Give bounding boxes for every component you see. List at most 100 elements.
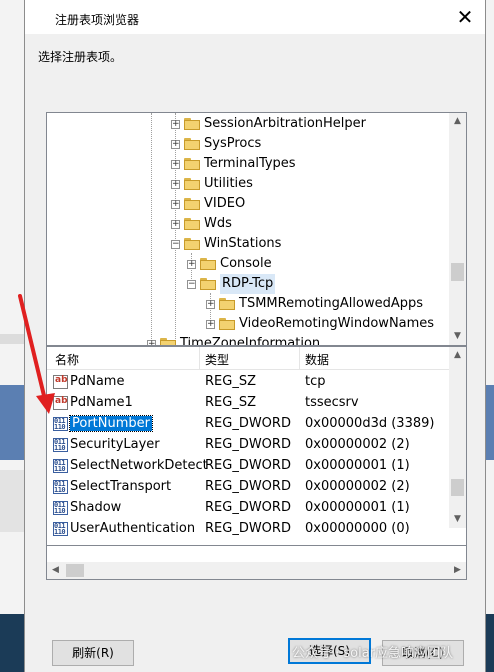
tree-item-label: TerminalTypes	[204, 156, 296, 171]
value-name: PdName1	[70, 395, 133, 410]
tree-item[interactable]: + TerminalTypes	[171, 154, 296, 174]
scroll-up-icon[interactable]: ▲	[449, 113, 466, 130]
tree-item-label: Console	[220, 256, 272, 271]
background-app-right	[486, 0, 494, 672]
value-type: REG_DWORD	[205, 437, 291, 452]
column-header-type[interactable]: 类型	[205, 351, 229, 368]
value-name: PdName	[70, 374, 125, 389]
list-horizontal-scrollbar[interactable]: ◀ ▶	[47, 562, 466, 579]
list-vertical-scrollbar[interactable]: ▲ ▼	[449, 347, 466, 528]
tree-item-label: VIDEO	[204, 196, 246, 211]
value-data: tcp	[305, 374, 326, 389]
expand-icon[interactable]: +	[171, 159, 180, 169]
column-divider[interactable]	[299, 347, 300, 369]
dialog-title: 注册表项浏览器	[55, 13, 140, 27]
scrollbar-thumb[interactable]	[451, 263, 464, 281]
watermark: 公众号 · solar应急响应团队	[292, 646, 454, 661]
list-row[interactable]: Shadow REG_DWORD 0x00000001 (1)	[47, 498, 449, 519]
scroll-right-icon[interactable]: ▶	[449, 562, 466, 579]
list-row[interactable]: SecurityLayer REG_DWORD 0x00000002 (2)	[47, 435, 449, 456]
expand-icon[interactable]: +	[206, 319, 215, 329]
tree-item[interactable]: + SysProcs	[171, 134, 261, 154]
column-header-name[interactable]: 名称	[55, 351, 79, 368]
tree-item[interactable]: + Utilities	[171, 174, 253, 194]
scroll-down-icon[interactable]: ▼	[449, 328, 466, 345]
folder-icon	[200, 258, 216, 270]
column-divider[interactable]	[199, 347, 200, 369]
tree-item-label: Utilities	[204, 176, 253, 191]
folder-icon	[200, 278, 216, 290]
value-data: tssecsrv	[305, 395, 359, 410]
scroll-down-icon[interactable]: ▼	[449, 511, 466, 528]
value-data: 0x00000002 (2)	[305, 437, 410, 452]
refresh-button[interactable]: 刷新(R)	[52, 640, 134, 666]
column-header-data[interactable]: 数据	[305, 351, 329, 368]
tree-item-label: TimeZoneInformation	[180, 336, 321, 346]
tree-item-label: VideoRemotingWindowNames	[239, 316, 435, 331]
expand-icon[interactable]: +	[171, 119, 180, 129]
value-name: UserAuthentication	[70, 521, 196, 536]
tree-connector	[151, 113, 152, 345]
scrollbar-thumb[interactable]	[66, 564, 84, 577]
folder-icon	[219, 318, 235, 330]
expand-icon[interactable]: +	[171, 199, 180, 209]
value-data: 0x00000d3d (3389)	[305, 416, 435, 431]
value-type: REG_DWORD	[205, 458, 291, 473]
tree-item-label: Wds	[204, 216, 232, 231]
tree-item-label: TSMMRemotingAllowedApps	[239, 296, 424, 311]
value-name: SelectTransport	[70, 479, 172, 494]
close-icon[interactable]: ✕	[451, 4, 479, 30]
tree-item[interactable]: + TSMMRemotingAllowedApps	[206, 294, 423, 314]
tree-item[interactable]: + Console	[187, 254, 272, 274]
reg-dword-icon	[53, 522, 68, 536]
scrollbar-thumb[interactable]	[451, 479, 464, 496]
list-row[interactable]: PdName1 REG_SZ tssecsrv	[47, 393, 449, 414]
collapse-icon[interactable]: −	[171, 239, 180, 249]
list-row[interactable]: SelectTransport REG_DWORD 0x00000002 (2)	[47, 477, 449, 498]
value-data: 0x00000001 (1)	[305, 458, 410, 473]
tree-item-selected[interactable]: − RDP-Tcp	[187, 274, 276, 294]
list-header: 名称 类型 数据	[47, 347, 449, 370]
tree-item[interactable]: + VideoRemotingWindowNames	[206, 314, 434, 334]
expand-icon[interactable]: +	[171, 139, 180, 149]
title-bar: 注册表项浏览器 ✕	[25, 0, 485, 34]
tree-item[interactable]: + VIDEO	[171, 194, 245, 214]
expand-icon[interactable]: +	[187, 259, 196, 269]
folder-icon	[184, 218, 200, 230]
tree-item[interactable]: + Wds	[171, 214, 232, 234]
value-type: REG_DWORD	[205, 416, 291, 431]
folder-icon	[184, 178, 200, 190]
value-data: 0x00000001 (1)	[305, 500, 410, 515]
folder-icon	[184, 138, 200, 150]
list-row[interactable]: PdName REG_SZ tcp	[47, 372, 449, 393]
list-row-selected[interactable]: PortNumber REG_DWORD 0x00000d3d (3389)	[47, 414, 449, 435]
expand-icon[interactable]: +	[171, 219, 180, 229]
value-data: 0x00000002 (2)	[305, 479, 410, 494]
expand-icon[interactable]: +	[206, 299, 215, 309]
registry-values-list[interactable]: 名称 类型 数据 PdName REG_SZ tcp PdName1 REG_S…	[46, 346, 467, 546]
list-row[interactable]: UserAuthentication REG_DWORD 0x00000000 …	[47, 519, 449, 540]
folder-icon	[184, 198, 200, 210]
tree-item[interactable]: + SessionArbitrationHelper	[171, 114, 366, 134]
folder-icon	[160, 338, 176, 345]
collapse-icon[interactable]: −	[187, 279, 196, 289]
registry-tree[interactable]: + SessionArbitrationHelper + SysProcs + …	[46, 112, 467, 346]
list-row[interactable]: SelectNetworkDetect REG_DWORD 0x00000001…	[47, 456, 449, 477]
expand-icon[interactable]: +	[171, 179, 180, 189]
folder-icon	[184, 118, 200, 130]
tree-item[interactable]: − WinStations	[171, 234, 281, 254]
scroll-up-icon[interactable]: ▲	[449, 347, 466, 364]
reg-dword-icon	[53, 480, 68, 494]
reg-dword-icon	[53, 459, 68, 473]
tree-item[interactable]: + TimeZoneInformation	[147, 334, 321, 346]
value-name: SecurityLayer	[70, 437, 160, 452]
folder-icon	[219, 298, 235, 310]
value-type: REG_DWORD	[205, 521, 291, 536]
folder-icon	[184, 158, 200, 170]
prompt-text: 选择注册表项。	[38, 50, 123, 64]
tree-vertical-scrollbar[interactable]: ▲ ▼	[449, 113, 466, 345]
value-type: REG_SZ	[205, 374, 256, 389]
scroll-left-icon[interactable]: ◀	[47, 562, 64, 579]
tree-item-label: SessionArbitrationHelper	[204, 116, 366, 131]
value-type: REG_SZ	[205, 395, 256, 410]
